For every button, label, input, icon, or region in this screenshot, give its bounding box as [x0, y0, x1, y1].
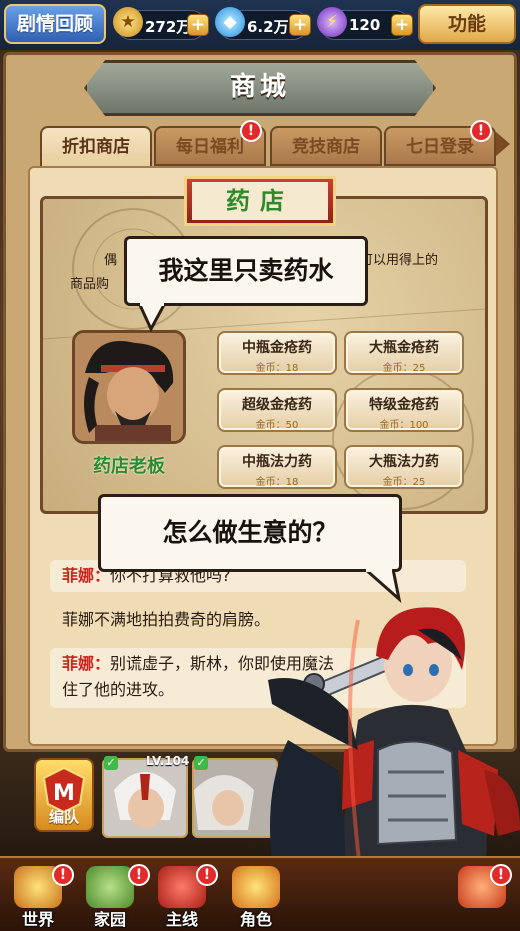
- gold-resource: ★ 272万 +: [113, 7, 209, 40]
- item-price: 金币：18: [255, 363, 299, 374]
- add-diamond-button[interactable]: +: [289, 14, 311, 36]
- purple-energy-icon: ⚡: [317, 7, 347, 37]
- hero-portrait-icon: [194, 760, 276, 836]
- item-name: 超级金疮药: [242, 397, 312, 413]
- desc-fragment: 偶: [104, 253, 118, 268]
- energy-resource: ⚡ 120 +: [317, 7, 413, 40]
- dialog-text: 住了他的进攻。: [62, 680, 175, 699]
- hero-selected-check-icon: ✓: [104, 756, 118, 770]
- nav-main-quest-badge: !: [196, 864, 218, 886]
- item-medium-mana-potion[interactable]: 中瓶法力药 金币：18: [217, 445, 337, 489]
- nav-label: 家园: [93, 910, 126, 929]
- bubble-tail: [137, 303, 167, 333]
- diamond-value: 6.2万: [247, 18, 289, 36]
- pharmacy-owner-name: 药店老板: [93, 456, 165, 477]
- item-name: 中瓶法力药: [242, 454, 312, 470]
- shop-tabs: 折扣商店 每日福利 竞技商店 七日登录: [40, 126, 518, 168]
- blue-diamond-icon: ◆: [215, 7, 245, 37]
- item-large-mana-potion[interactable]: 大瓶法力药 金币：25: [344, 445, 464, 489]
- daily-welfare-badge: !: [240, 120, 262, 142]
- nav-home-badge: !: [128, 864, 150, 886]
- function-button[interactable]: 功能: [418, 4, 516, 44]
- item-large-heal-potion[interactable]: 大瓶金疮药 金币：25: [344, 331, 464, 375]
- hero-speech-bubble: 怎么做生意的？: [98, 494, 402, 603]
- nav-label: 世界: [21, 910, 54, 929]
- pharmacy-title: 药店: [192, 182, 328, 220]
- dialog-line-3: 菲娜：别谎虚子，斯林，你即使用魔法 住了他的进攻。: [50, 648, 466, 708]
- gold-coin-icon: ★: [113, 7, 143, 37]
- item-price: 金币：18: [255, 477, 299, 488]
- nav-label: 角色: [239, 910, 272, 929]
- item-premium-heal-potion[interactable]: 特级金疮药 金币：100: [344, 388, 464, 432]
- item-price: 金币：25: [382, 477, 426, 488]
- dialog-text: 菲娜不满地拍拍费奇的肩膀。: [62, 610, 271, 629]
- seven-day-login-badge: !: [470, 120, 492, 142]
- nav-label: 主线: [165, 910, 198, 929]
- hero-portrait-icon: [104, 760, 186, 836]
- add-gold-button[interactable]: +: [187, 14, 209, 36]
- bubble-tail: [364, 569, 402, 603]
- formation-button[interactable]: M 编队: [34, 758, 94, 832]
- item-price: 金币：25: [382, 363, 426, 374]
- dialog-speaker: 菲娜：: [62, 654, 111, 673]
- story-review-button[interactable]: 剧情回顾: [4, 4, 106, 44]
- nav-world-badge: !: [52, 864, 74, 886]
- npc-speech-text: 我这里只卖药水: [158, 256, 334, 285]
- nav-character[interactable]: 角色: [222, 866, 290, 930]
- item-price: 金币：100: [379, 420, 429, 431]
- desc-fragment: 商品购: [70, 277, 110, 292]
- diamond-resource: ◆ 6.2万 +: [215, 7, 311, 40]
- formation-label: 编队: [48, 808, 79, 826]
- hero-level: LV.104: [146, 754, 190, 768]
- tab-scroll-right-icon[interactable]: [496, 132, 510, 156]
- hero-slot-1[interactable]: [102, 758, 188, 838]
- hero-speech-text: 怎么做生意的？: [162, 518, 338, 547]
- page-title: 商城: [229, 72, 290, 102]
- hero-selected-check-icon: ✓: [194, 756, 208, 770]
- tab-discount-shop[interactable]: 折扣商店: [40, 126, 152, 168]
- item-name: 大瓶金疮药: [369, 340, 439, 356]
- item-name: 特级金疮药: [369, 397, 439, 413]
- dialog-line-2: 菲娜不满地拍拍费奇的肩膀。: [50, 604, 466, 636]
- desc-fragment: 可以用得上的: [360, 253, 439, 268]
- character-crown-icon: [232, 866, 280, 908]
- home-leaf-icon: [86, 866, 134, 908]
- nav-event-badge: !: [490, 864, 512, 886]
- item-super-heal-potion[interactable]: 超级金疮药 金币：50: [217, 388, 337, 432]
- svg-text:M: M: [53, 781, 75, 806]
- item-name: 中瓶金疮药: [242, 340, 312, 356]
- hero-slot-2[interactable]: [192, 758, 278, 838]
- npc-speech-bubble: 我这里只卖药水: [124, 236, 368, 333]
- item-price: 金币：50: [255, 420, 299, 431]
- gold-value: 272万: [145, 18, 192, 36]
- dialog-text: 别谎虚子，斯林，你即使用魔法: [110, 654, 335, 673]
- owner-avatar-icon: [75, 333, 183, 441]
- pharmacy-owner-portrait[interactable]: [72, 330, 186, 444]
- item-name: 大瓶法力药: [369, 454, 439, 470]
- energy-value: 120: [349, 16, 381, 34]
- tab-arena-shop[interactable]: 竞技商店: [270, 126, 382, 166]
- add-energy-button[interactable]: +: [391, 14, 413, 36]
- item-medium-heal-potion[interactable]: 中瓶金疮药 金币：18: [217, 331, 337, 375]
